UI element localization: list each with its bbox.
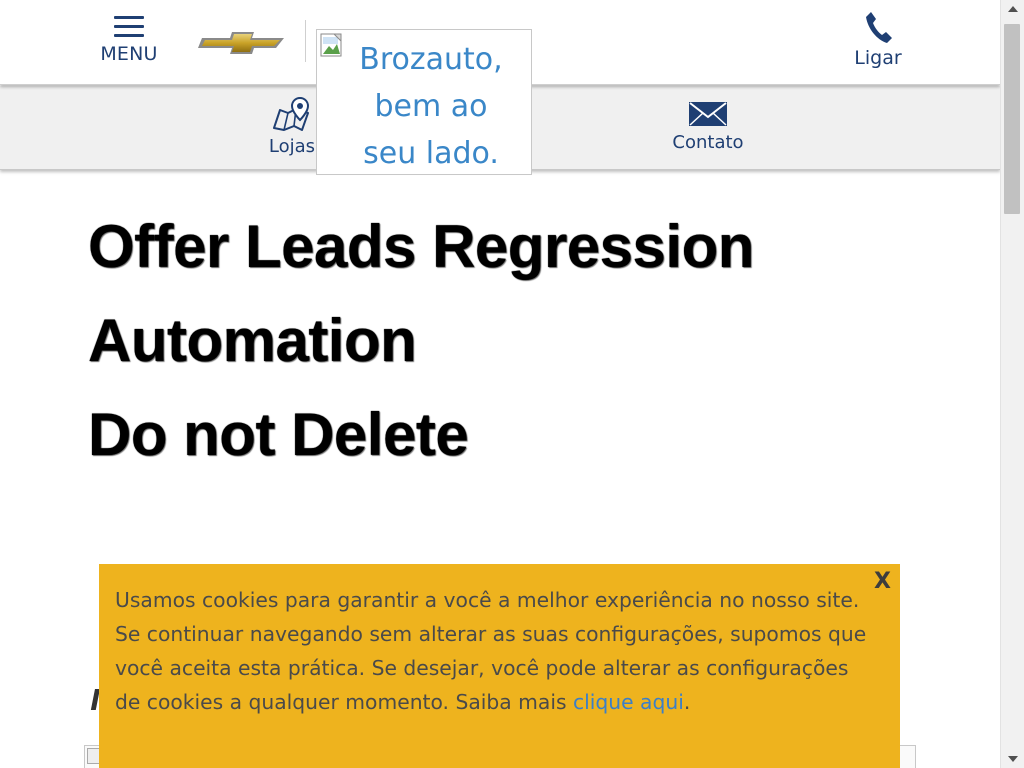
cookie-message: Usamos cookies para garantir a você a me…	[115, 583, 880, 719]
envelope-icon	[689, 102, 727, 126]
map-pin-icon	[273, 96, 310, 131]
page-headline: Offer Leads Regression Automation Do not…	[88, 200, 968, 482]
header-divider	[305, 20, 306, 62]
cookie-message-end: .	[683, 690, 691, 714]
page: MENU Ligar Brozauto, bem ao seu lado. Lo…	[0, 0, 1000, 768]
headline-line: Offer Leads Regression	[88, 213, 754, 280]
menu-label: MENU	[100, 43, 158, 65]
headline-line: Do not Delete	[88, 401, 469, 468]
call-label: Ligar	[854, 47, 902, 69]
hamburger-icon	[114, 16, 144, 37]
scroll-down-arrow-icon[interactable]	[1001, 750, 1024, 768]
phone-icon	[866, 12, 892, 43]
cookie-close-button[interactable]: X	[874, 569, 891, 594]
headline-line: Automation	[88, 307, 417, 374]
cookie-policy-link[interactable]: clique aqui	[573, 690, 684, 714]
nav-item-contato[interactable]: Contato	[660, 100, 756, 153]
nav-item-lojas-label: Lojas	[268, 136, 316, 157]
scrollbar-thumb[interactable]	[1004, 24, 1020, 214]
nav-item-lojas[interactable]: Lojas	[262, 96, 322, 157]
brand-logo[interactable]: Brozauto, bem ao seu lado.	[316, 29, 532, 175]
call-button[interactable]: Ligar	[846, 10, 910, 76]
logo-alt-text: Brozauto, bem ao seu lado.	[359, 42, 503, 171]
cookie-message-text: Usamos cookies para garantir a você a me…	[115, 588, 867, 714]
cookie-banner: X Usamos cookies para garantir a você a …	[99, 564, 900, 768]
vertical-scrollbar[interactable]	[1000, 0, 1024, 768]
chevrolet-bowtie-icon[interactable]	[196, 26, 288, 60]
menu-button[interactable]: MENU	[95, 12, 163, 76]
nav-item-contato-label: Contato	[672, 132, 744, 153]
scroll-up-arrow-icon[interactable]	[1001, 0, 1024, 18]
